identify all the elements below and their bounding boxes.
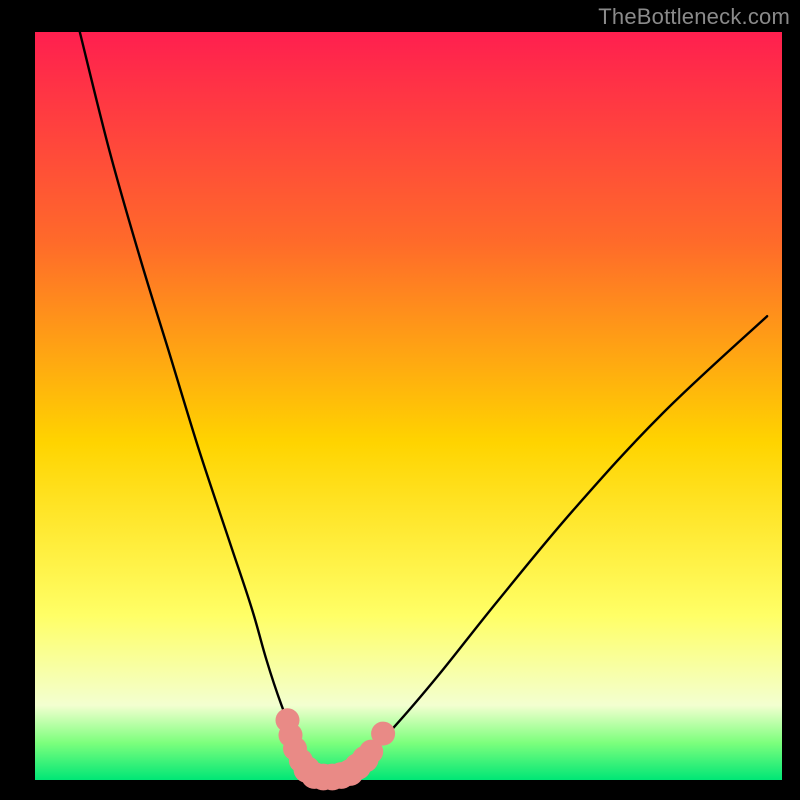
watermark-text: TheBottleneck.com bbox=[598, 4, 790, 30]
bottleneck-chart bbox=[0, 0, 800, 800]
marker-dot bbox=[371, 722, 395, 746]
chart-frame: TheBottleneck.com bbox=[0, 0, 800, 800]
